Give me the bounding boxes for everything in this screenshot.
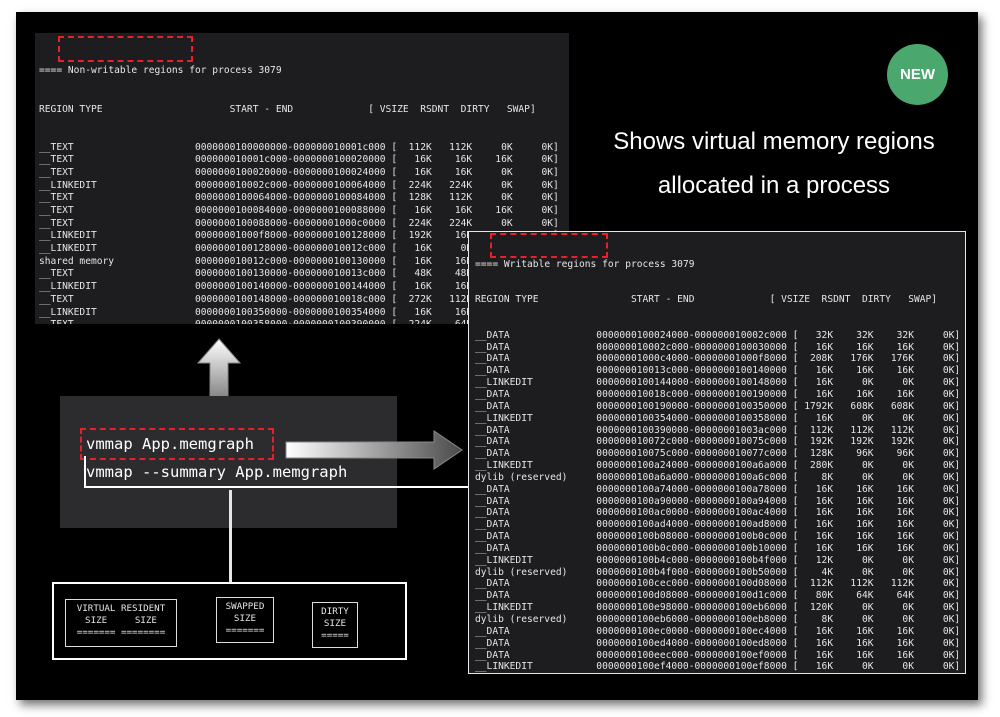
table-row: __TEXT 000000010001c000-0000000100020000… — [39, 154, 559, 166]
terminal-title-row: ==== Non-writable regions for process 30… — [39, 65, 569, 78]
virtual-resident-size-column: VIRTUAL RESIDENT SIZE SIZE ======= =======… — [65, 599, 177, 647]
table-row: __DATA 000000010018c000-0000000100190000… — [475, 388, 961, 400]
right-arrow-icon — [285, 430, 463, 470]
caption-line-1: Shows virtual memory regions — [613, 128, 935, 155]
caption-line-2: allocated in a process — [657, 172, 891, 199]
table-row: __DATA 0000000100a90000-0000000100a94000… — [475, 495, 961, 507]
writable-regions-terminal: ==== Writable regions for process 3079 R… — [468, 231, 966, 674]
table-row: __DATA 0000000100b0c000-0000000100b10000… — [475, 542, 961, 554]
summary-columns-box: VIRTUAL RESIDENT SIZE SIZE ======= =======… — [52, 582, 407, 660]
table-row: __DATA 0000000100ad4000-0000000100ad8000… — [475, 519, 961, 531]
nonwritable-title-highlight — [58, 36, 193, 62]
table-row: __TEXT 0000000100064000-0000000100084000… — [39, 192, 559, 204]
table-row: dylib (reserved) 0000000100a6a000-000000… — [475, 471, 961, 483]
table-row: __LINKEDIT 0000000100e98000-0000000100eb… — [475, 602, 961, 614]
table-row: __DATA 0000000100a74000-0000000100a78000… — [475, 483, 961, 495]
table-row: __LINKEDIT 0000000100144000-000000010014… — [475, 377, 961, 389]
nonwritable-title: Non-writable regions — [67, 65, 184, 77]
title-suffix: for process 3079 — [183, 65, 282, 77]
column-underline: ======= ======== — [76, 627, 166, 638]
table-row: __DATA 000000010013c000-0000000100140000… — [475, 365, 961, 377]
column-underline: ===== — [321, 630, 349, 641]
table-row: __LINKEDIT 0000000100354000-000000010035… — [475, 412, 961, 424]
column-underline: ======= — [225, 625, 265, 636]
terminal-title-row: ==== Writable regions for process 3079 — [475, 259, 965, 271]
table-row: __DATA 0000000100ed4000-0000000100ed8000… — [475, 637, 961, 649]
new-badge: NEW — [887, 44, 948, 105]
writable-title-highlight — [490, 233, 608, 258]
table-row: __DATA 0000000100190000-0000000100350000… — [475, 400, 961, 412]
table-row: __LINKEDIT 0000000100b4c000-0000000100b4… — [475, 554, 961, 566]
table-row: __DATA 0000000100eec000-0000000100ef0000… — [475, 649, 961, 661]
table-row: __DATA 000000010072c000-000000010075c000… — [475, 436, 961, 448]
connector-line — [229, 490, 232, 582]
table-row: __LINKEDIT 0000000100a24000-0000000100a6… — [475, 460, 961, 472]
column-label: SIZE — [233, 613, 257, 624]
column-label: SWAPPED — [225, 601, 265, 612]
column-label: VIRTUAL RESIDENT — [76, 603, 166, 614]
table-row: __TEXT 0000000100000000-000000010001c000… — [39, 141, 559, 153]
table-header: REGION TYPE START - END [ VSIZE RSDNT DI… — [39, 103, 536, 115]
dirty-size-column: DIRTY SIZE ===== — [312, 602, 358, 648]
table-row: __TEXT 0000000100020000-0000000100024000… — [39, 166, 559, 178]
title-prefix: ==== — [39, 65, 68, 77]
table-row: __DATA 0000000100f28000-0000000100f2c000… — [475, 673, 965, 674]
table-row: __DATA 0000000100b08000-0000000100b0c000… — [475, 531, 961, 543]
writable-title: Writable regions — [503, 258, 597, 270]
column-label: DIRTY — [321, 606, 349, 617]
title-prefix: ==== — [475, 258, 504, 270]
table-row: __LINKEDIT 000000010002c000-000000010006… — [39, 179, 559, 191]
table-row: __DATA 0000000100cec000-0000000100d08000… — [475, 578, 961, 590]
region-rows: __DATA 0000000100024000-000000010002c000… — [475, 329, 965, 674]
table-row: __DATA 0000000100ec0000-0000000100ec4000… — [475, 625, 961, 637]
table-row: __TEXT 0000000100084000-0000000100088000… — [39, 205, 559, 217]
table-row: __TEXT 0000000100088000-00000001000c0000… — [39, 217, 559, 229]
table-row: __DATA 000000010002c000-0000000100030000… — [475, 341, 961, 353]
column-label: SIZE SIZE — [85, 615, 157, 626]
table-header: REGION TYPE START - END [ VSIZE RSDNT DI… — [475, 294, 938, 306]
table-row: __DATA 0000000100390000-00000001003ac000… — [475, 424, 961, 436]
title-suffix: for process 3079 — [596, 258, 695, 270]
table-row: dylib (reserved) 0000000100eb6000-000000… — [475, 614, 961, 625]
table-row: dylib (reserved) 0000000100b4f000-000000… — [475, 566, 961, 578]
slide: ==== Non-writable regions for process 30… — [16, 12, 978, 700]
table-row: __LINKEDIT 0000000100ef4000-0000000100ef… — [475, 661, 961, 673]
table-row: __DATA 0000000100ac0000-0000000100ac4000… — [475, 507, 961, 519]
table-row: __DATA 000000010075c000-000000010077c000… — [475, 448, 961, 460]
swapped-size-column: SWAPPED SIZE ======= — [216, 597, 274, 643]
caption: Shows virtual memory regions allocated i… — [576, 120, 972, 208]
table-row: __DATA 00000001000c4000-00000001000f8000… — [475, 353, 961, 365]
table-row: __DATA 0000000100d08000-0000000100d1c000… — [475, 590, 961, 602]
table-row: __DATA 0000000100024000-000000010002c000… — [475, 329, 961, 341]
column-label: SIZE — [323, 618, 347, 629]
